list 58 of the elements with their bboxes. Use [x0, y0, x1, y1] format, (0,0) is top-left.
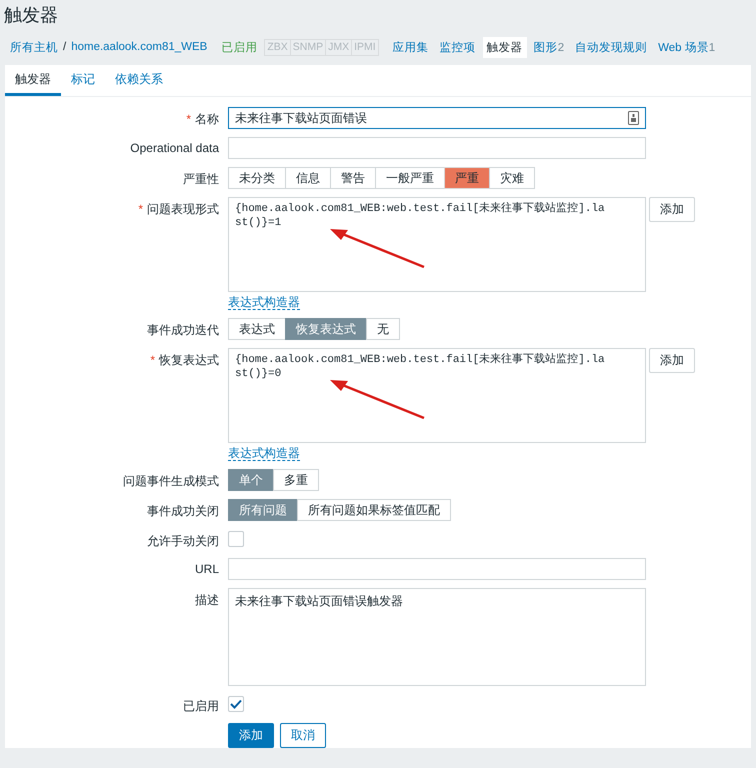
- host-nav-link[interactable]: 触发器: [482, 36, 527, 58]
- host-status: 已启用: [221, 40, 258, 54]
- host-nav-link[interactable]: 监控项: [436, 36, 480, 58]
- form-tab[interactable]: 触发器: [5, 65, 61, 96]
- expression-builder-link[interactable]: 表达式构造器: [228, 296, 300, 310]
- field-label: 描述: [195, 593, 219, 607]
- checkbox[interactable]: [228, 696, 244, 712]
- form-tab[interactable]: 标记: [61, 65, 105, 96]
- field-label: 允许手动关闭: [147, 534, 219, 548]
- segment-option[interactable]: 一般严重: [375, 167, 445, 189]
- field-label: 事件成功迭代: [147, 323, 219, 337]
- required-asterisk: *: [186, 112, 191, 126]
- text-field[interactable]: [228, 137, 646, 159]
- add-button[interactable]: 添加: [649, 348, 695, 373]
- field-label: 事件成功关闭: [147, 504, 219, 518]
- segment-option[interactable]: 表达式: [228, 318, 286, 340]
- field-label: 名称: [195, 112, 219, 126]
- required-asterisk: *: [138, 202, 143, 216]
- text-field[interactable]: [228, 558, 646, 580]
- cancel-button[interactable]: 取消: [280, 723, 326, 748]
- expression-field[interactable]: {home.aalook.com81_WEB:web.test.fail[未来往事下载站监控].last()}=1: [228, 197, 646, 292]
- breadcrumb-separator: /: [63, 41, 66, 53]
- availability-label: SNMP: [290, 38, 326, 56]
- segment-option[interactable]: 信息: [285, 167, 331, 189]
- field-label: 严重性: [183, 172, 219, 186]
- breadcrumb-link[interactable]: 所有主机: [10, 40, 58, 54]
- field-label: 问题事件生成模式: [123, 474, 219, 488]
- field-label: 已启用: [183, 699, 219, 713]
- host-nav-link[interactable]: 自动发现规则: [571, 36, 652, 58]
- segment-option[interactable]: 无: [366, 318, 400, 340]
- checkbox[interactable]: [228, 531, 244, 547]
- segment-option[interactable]: 多重: [273, 469, 319, 491]
- availability-label: JMX: [325, 38, 352, 56]
- description-field[interactable]: 未来往事下载站页面错误触发器: [228, 588, 646, 686]
- page-title: 触发器: [3, 4, 59, 27]
- host-nav-link[interactable]: 图形2: [530, 36, 568, 58]
- segment-option[interactable]: 灾难: [489, 167, 535, 189]
- availability-label: ZBX: [264, 38, 291, 56]
- field-label: 问题表现形式: [147, 202, 219, 216]
- field-label: Operational data: [130, 141, 219, 155]
- expression-builder-link[interactable]: 表达式构造器: [228, 447, 300, 461]
- host-nav-link[interactable]: Web 场景1: [654, 36, 720, 58]
- add-button[interactable]: 添加: [649, 197, 695, 222]
- required-asterisk: *: [150, 353, 155, 367]
- segment-option[interactable]: 未分类: [228, 167, 286, 189]
- segment-option[interactable]: 所有问题如果标签值匹配: [297, 499, 451, 521]
- form-tab[interactable]: 依赖关系: [105, 65, 173, 96]
- add-button[interactable]: 添加: [228, 723, 274, 748]
- host-nav-link[interactable]: 应用集: [388, 36, 433, 58]
- expression-field[interactable]: {home.aalook.com81_WEB:web.test.fail[未来往事下载站监控].last()}=0: [228, 348, 646, 443]
- document-icon[interactable]: [628, 111, 639, 125]
- segment-option[interactable]: 严重: [444, 167, 490, 189]
- field-label: 恢复表达式: [159, 353, 219, 367]
- field-label: URL: [194, 562, 219, 576]
- breadcrumb-link[interactable]: home.aalook.com81_WEB: [71, 41, 208, 53]
- segment-option[interactable]: 警告: [330, 167, 376, 189]
- text-field[interactable]: 未来往事下载站页面错误: [228, 107, 646, 129]
- availability-label: IPMI: [351, 38, 379, 56]
